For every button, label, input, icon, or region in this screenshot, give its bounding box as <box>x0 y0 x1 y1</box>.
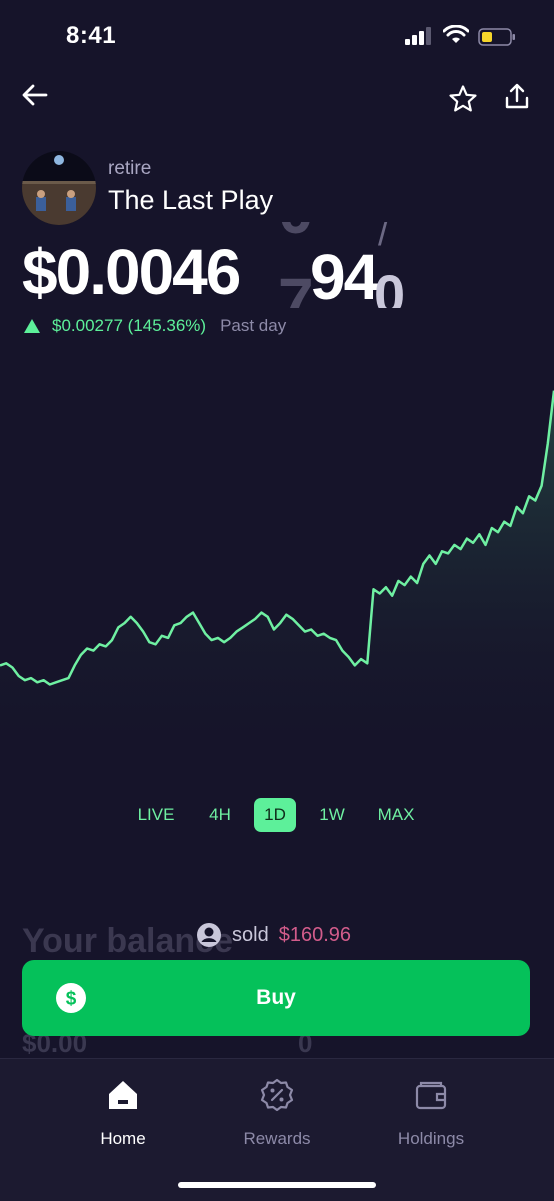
nav-label-home: Home <box>100 1129 146 1148</box>
buy-button-label: Buy <box>256 986 296 1009</box>
price-chart[interactable] <box>0 370 554 770</box>
chart-area-fill <box>0 390 554 770</box>
wifi-icon <box>443 25 469 43</box>
wallet-icon <box>415 1081 447 1110</box>
price-digit-ghost: 0 <box>278 222 314 248</box>
token-avatar-image <box>22 151 96 225</box>
nav-item-rewards[interactable]: Rewards <box>217 1077 337 1149</box>
price-rolling-digits: 0 7 94 / 0 <box>270 222 420 308</box>
status-time: 8:41 <box>66 22 117 49</box>
range-tab-1w[interactable]: 1W <box>312 798 352 832</box>
price-digit-ghost: 0 <box>374 263 406 308</box>
range-tab-max[interactable]: MAX <box>370 798 422 832</box>
token-avatar <box>22 151 96 225</box>
price-digit-ghost: 7 <box>278 265 314 308</box>
home-indicator <box>178 1182 376 1188</box>
battery-icon <box>478 28 515 46</box>
share-icon[interactable] <box>502 82 532 112</box>
bottom-navigation: Home Rewards Holdings <box>0 1058 554 1201</box>
nav-label-holdings: Holdings <box>397 1129 465 1148</box>
range-tab-live[interactable]: LIVE <box>132 798 180 832</box>
star-favorite-icon[interactable] <box>448 84 478 114</box>
price-change-period: Past day <box>220 316 287 335</box>
sold-label: sold <box>232 923 269 946</box>
user-avatar-icon <box>197 923 221 947</box>
range-selector: LIVE 4H 1D 1W MAX <box>0 798 554 834</box>
token-name: The Last Play <box>108 185 274 215</box>
nav-label-rewards: Rewards <box>243 1129 311 1148</box>
cellular-signal-icon <box>405 27 431 45</box>
range-tab-4h[interactable]: 4H <box>200 798 240 832</box>
token-price: $0.0046 <box>22 236 241 308</box>
price-change-row: $0.00277 (145.36%) Past day <box>24 316 286 336</box>
nav-item-holdings[interactable]: Holdings <box>371 1077 491 1149</box>
price-digit-ghost: / <box>378 222 389 253</box>
token-ticker: retire <box>108 158 152 179</box>
up-triangle-icon <box>24 319 40 333</box>
range-tab-1d[interactable]: 1D <box>254 798 296 832</box>
home-icon <box>109 1081 137 1109</box>
nav-item-home[interactable]: Home <box>63 1077 183 1149</box>
buy-button[interactable]: $ Buy <box>22 960 530 1036</box>
sold-summary: sold $160.96 <box>196 922 351 948</box>
rewards-badge-icon <box>260 1078 294 1112</box>
price-digits-current: 94 <box>310 241 379 308</box>
price-change-value: $0.00277 (145.36%) <box>52 316 207 335</box>
sold-amount: $160.96 <box>278 923 351 946</box>
back-arrow-icon[interactable] <box>20 80 50 110</box>
